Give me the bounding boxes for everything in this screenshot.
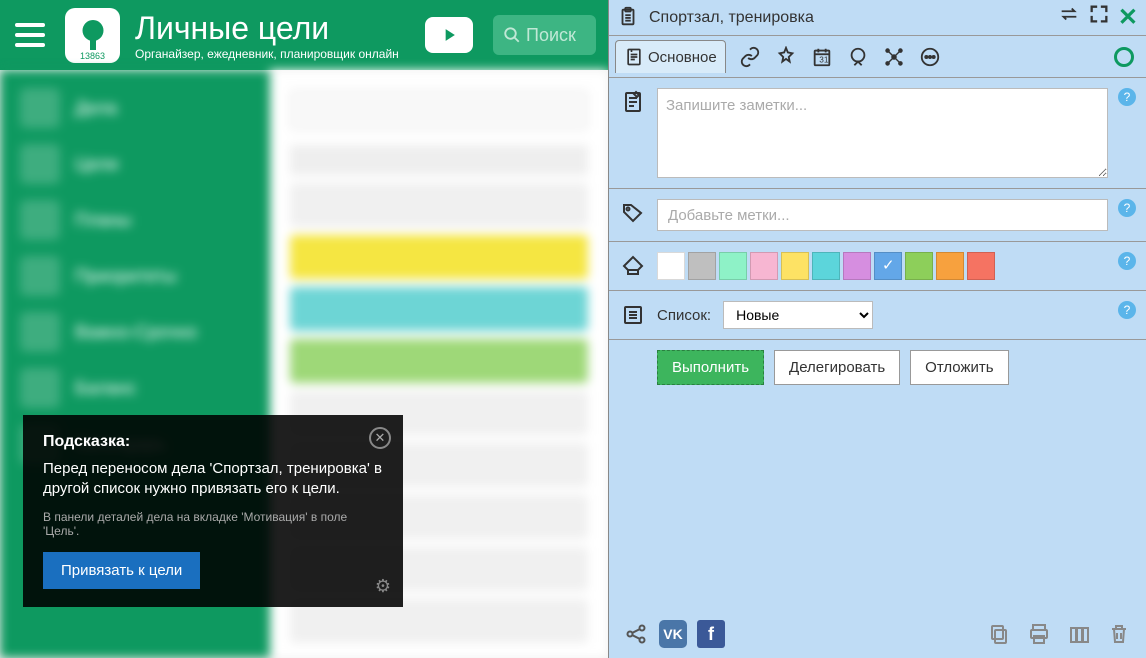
list-icon bbox=[619, 301, 647, 329]
app-logo[interactable]: 13863 bbox=[65, 8, 120, 63]
more-icon[interactable] bbox=[918, 45, 942, 69]
hint-subtext: В панели деталей дела на вкладке 'Мотива… bbox=[43, 510, 383, 538]
panel-title: Спортзал, тренировка bbox=[649, 9, 1058, 27]
title-block: Личные цели Органайзер, ежедневник, план… bbox=[135, 10, 425, 61]
colors-section: ? bbox=[609, 242, 1146, 291]
list-section: Список: Новые ? bbox=[609, 291, 1146, 340]
facebook-icon[interactable]: f bbox=[697, 620, 725, 648]
calendar-icon[interactable]: 31 bbox=[810, 45, 834, 69]
tree-icon bbox=[75, 17, 111, 53]
clipboard-icon bbox=[617, 6, 641, 30]
copy-icon[interactable] bbox=[986, 621, 1012, 647]
palette-icon bbox=[619, 252, 647, 280]
color-swatch[interactable] bbox=[657, 252, 685, 280]
color-swatch[interactable] bbox=[812, 252, 840, 280]
hamburger-menu[interactable] bbox=[10, 15, 50, 55]
color-swatch[interactable] bbox=[688, 252, 716, 280]
search-box[interactable] bbox=[493, 15, 596, 55]
logo-counter: 13863 bbox=[80, 51, 105, 61]
color-swatch[interactable] bbox=[843, 252, 871, 280]
swap-icon[interactable] bbox=[1058, 3, 1080, 32]
color-swatch[interactable] bbox=[719, 252, 747, 280]
archive-icon[interactable] bbox=[1066, 621, 1092, 647]
tab-main-label: Основное bbox=[648, 49, 717, 66]
search-icon bbox=[503, 26, 521, 44]
tab-main[interactable]: Основное bbox=[615, 40, 726, 73]
help-icon[interactable]: ? bbox=[1118, 199, 1136, 217]
motivation-icon[interactable] bbox=[774, 45, 798, 69]
panel-footer: VK f bbox=[609, 610, 1146, 658]
chat-icon[interactable] bbox=[846, 45, 870, 69]
tag-icon bbox=[619, 199, 647, 227]
action-buttons: Выполнить Делегировать Отложить bbox=[609, 340, 1146, 395]
expand-icon[interactable] bbox=[1088, 3, 1110, 32]
hint-tooltip: ✕ Подсказка: Перед переносом дела 'Спорт… bbox=[23, 415, 403, 607]
play-icon bbox=[439, 25, 459, 45]
status-circle-icon[interactable] bbox=[1114, 47, 1134, 67]
app-title: Личные цели bbox=[135, 10, 425, 47]
hint-action-button[interactable]: Привязать к цели bbox=[43, 552, 200, 589]
trash-icon[interactable] bbox=[1106, 621, 1132, 647]
hint-close-button[interactable]: ✕ bbox=[369, 427, 391, 449]
color-swatch[interactable] bbox=[750, 252, 778, 280]
color-swatch[interactable] bbox=[905, 252, 933, 280]
share-icon[interactable] bbox=[623, 621, 649, 647]
detail-panel: Спортзал, тренировка ✕ Основное 31 ? ? ? bbox=[608, 0, 1146, 658]
help-icon[interactable]: ? bbox=[1118, 252, 1136, 270]
notes-section: ? bbox=[609, 78, 1146, 189]
gear-icon[interactable]: ⚙ bbox=[375, 576, 391, 597]
app-subtitle: Органайзер, ежедневник, планировщик онла… bbox=[135, 47, 425, 61]
complete-button[interactable]: Выполнить bbox=[657, 350, 764, 385]
notepad-icon bbox=[619, 88, 647, 116]
notes-icon bbox=[624, 47, 644, 67]
color-swatches bbox=[657, 252, 1108, 280]
postpone-button[interactable]: Отложить bbox=[910, 350, 1008, 385]
color-swatch[interactable] bbox=[936, 252, 964, 280]
link-icon[interactable] bbox=[738, 45, 762, 69]
notes-textarea[interactable] bbox=[657, 88, 1108, 178]
tags-input[interactable] bbox=[657, 199, 1108, 231]
list-label: Список: bbox=[657, 307, 711, 324]
help-icon[interactable]: ? bbox=[1118, 88, 1136, 106]
help-icon[interactable]: ? bbox=[1118, 301, 1136, 319]
color-swatch[interactable] bbox=[874, 252, 902, 280]
panel-header: Спортзал, тренировка ✕ bbox=[609, 0, 1146, 36]
play-button[interactable] bbox=[425, 17, 473, 53]
close-icon[interactable]: ✕ bbox=[1118, 3, 1138, 32]
delegate-button[interactable]: Делегировать bbox=[774, 350, 900, 385]
list-select[interactable]: Новые bbox=[723, 301, 873, 329]
svg-text:31: 31 bbox=[819, 55, 829, 64]
search-input[interactable] bbox=[526, 25, 586, 46]
panel-tabs: Основное 31 bbox=[609, 36, 1146, 78]
print-icon[interactable] bbox=[1026, 621, 1052, 647]
network-icon[interactable] bbox=[882, 45, 906, 69]
hint-title: Подсказка: bbox=[43, 433, 383, 451]
color-swatch[interactable] bbox=[781, 252, 809, 280]
vk-icon[interactable]: VK bbox=[659, 620, 687, 648]
hint-body: Перед переносом дела 'Спортзал, трениров… bbox=[43, 459, 383, 500]
tags-section: ? bbox=[609, 189, 1146, 242]
color-swatch[interactable] bbox=[967, 252, 995, 280]
